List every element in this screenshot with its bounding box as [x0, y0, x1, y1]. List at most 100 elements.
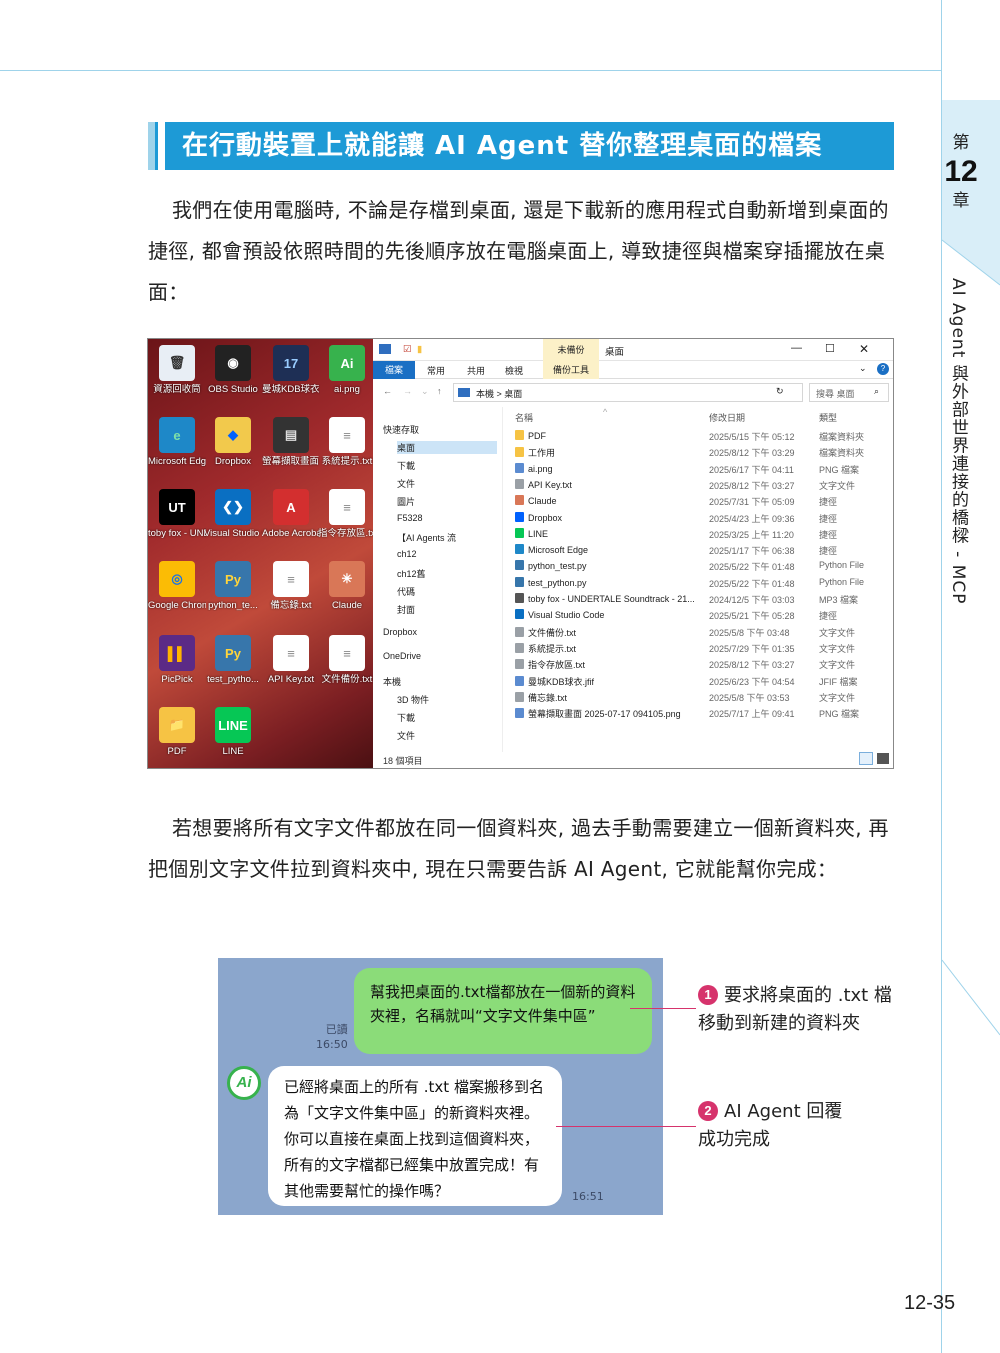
nav-item[interactable]: 桌面	[397, 441, 497, 454]
ribbon-tab-backup-tools[interactable]: 備份工具	[543, 361, 599, 379]
table-row[interactable]: LINE 2025/3/25 上午 11:20 捷徑	[509, 527, 889, 543]
desktop-icon[interactable]: 17 曼城KDB球衣.jfif	[262, 345, 320, 395]
help-icon[interactable]: ?	[877, 363, 889, 375]
desktop-icon[interactable]: ◆ Dropbox	[204, 417, 262, 467]
desktop-icon[interactable]: 📁 PDF	[148, 707, 206, 757]
file-name: ai.png	[515, 462, 553, 474]
desktop-icon-label: PicPick	[161, 674, 193, 685]
desktop-icon[interactable]: ❮❯ Visual Studio Code	[204, 489, 262, 539]
desktop-icon[interactable]: ▤ 螢幕擷取畫面 2025-07-1...	[262, 417, 320, 467]
desktop-icon[interactable]: LINE LINE	[204, 707, 262, 757]
nav-item[interactable]: 下載	[397, 459, 415, 472]
nav-item[interactable]: 文件	[397, 729, 415, 742]
maximize-icon[interactable]: ☐	[825, 342, 835, 355]
callout-2: 2 AI Agent 回覆 成功完成	[698, 1098, 842, 1154]
table-row[interactable]: Dropbox 2025/4/23 上午 09:36 捷徑	[509, 511, 889, 527]
desktop-icon[interactable]: e Microsoft Edge	[148, 417, 206, 467]
nav-item[interactable]: 快速存取	[383, 423, 419, 436]
ribbon-expand-icon[interactable]: ⌄	[859, 363, 867, 374]
table-row[interactable]: 工作用 2025/8/12 下午 03:29 檔案資料夾	[509, 445, 889, 461]
table-row[interactable]: PDF 2025/5/15 下午 05:12 檔案資料夾	[509, 429, 889, 445]
desktop-icon[interactable]: ✳ Claude	[318, 561, 376, 611]
nav-item[interactable]: ch12舊	[397, 567, 426, 580]
table-row[interactable]: Claude 2025/7/31 下午 05:09 捷徑	[509, 494, 889, 510]
user-message-bubble: 幫我把桌面的.txt檔都放在一個新的資料夾裡，名稱就叫“文字文件集中區”	[354, 968, 652, 1054]
sort-caret-icon: ^	[603, 407, 608, 417]
desktop-icon[interactable]: UT toby fox - UNDERTAL...	[148, 489, 206, 539]
address-bar[interactable]: 本機 > 桌面 ↻	[453, 383, 803, 402]
ribbon-tab-file[interactable]: 檔案	[373, 361, 415, 379]
file-type-icon	[515, 659, 524, 670]
table-row[interactable]: Visual Studio Code 2025/5/21 下午 05:28 捷徑	[509, 608, 889, 624]
file-type-icon	[515, 675, 524, 686]
column-header-name[interactable]: 名稱	[515, 411, 533, 424]
nav-item[interactable]: 下載	[397, 711, 415, 724]
nav-item[interactable]: OneDrive	[383, 651, 421, 661]
desktop-icon-label: Visual Studio Code	[204, 528, 262, 539]
nav-item[interactable]: ch12	[397, 549, 417, 559]
search-icon[interactable]: ⌕	[874, 386, 879, 397]
history-chevron-icon[interactable]: ⌄	[421, 386, 429, 397]
table-row[interactable]: 文件備份.txt 2025/5/8 下午 03:48 文字文件	[509, 625, 889, 641]
table-row[interactable]: Microsoft Edge 2025/1/17 下午 06:38 捷徑	[509, 543, 889, 559]
file-date: 2025/7/31 下午 05:09	[709, 497, 795, 508]
window-icon	[379, 344, 391, 354]
desktop-icon[interactable]: ◎ Google Chrome	[148, 561, 206, 611]
nav-item[interactable]: 【AI Agents 流	[397, 531, 456, 544]
ribbon-tab-view[interactable]: 檢視	[505, 364, 523, 377]
file-type: MP3 檔案	[819, 595, 859, 605]
table-row[interactable]: API Key.txt 2025/8/12 下午 03:27 文字文件	[509, 478, 889, 494]
desktop-icon[interactable]: ≡ 備忘錄.txt	[262, 561, 320, 611]
desktop-icon[interactable]: ≡ 系統提示.txt	[318, 417, 376, 467]
desktop-icon-glyph: A	[273, 489, 309, 525]
forward-arrow-icon[interactable]: →	[403, 386, 412, 396]
file-date: 2025/4/23 上午 09:36	[709, 513, 795, 524]
nav-item[interactable]: F5328	[397, 513, 423, 523]
close-icon[interactable]: ✕	[859, 342, 869, 356]
table-row[interactable]: ai.png 2025/6/17 下午 04:11 PNG 檔案	[509, 462, 889, 478]
desktop-icon[interactable]: ▌▌ PicPick	[148, 635, 206, 685]
table-row[interactable]: 系統提示.txt 2025/7/29 下午 01:35 文字文件	[509, 641, 889, 657]
nav-item[interactable]: 文件	[397, 477, 415, 490]
large-icons-view-icon[interactable]	[877, 753, 889, 764]
table-row[interactable]: 曼城KDB球衣.jfif 2025/6/23 下午 04:54 JFIF 檔案	[509, 674, 889, 690]
desktop-icon-glyph: LINE	[215, 707, 251, 743]
backup-status-tab[interactable]: 未備份	[543, 339, 599, 361]
ribbon-tab-home[interactable]: 常用	[427, 364, 445, 377]
desktop-icon[interactable]: Py test_pytho...	[204, 635, 262, 685]
nav-item[interactable]: 封面	[397, 603, 415, 616]
file-name: test_python.py	[515, 576, 587, 588]
table-row[interactable]: toby fox - UNDERTALE Soundtrack - 21... 2…	[509, 592, 889, 608]
desktop-icon[interactable]: 🗑 資源回收筒	[148, 345, 206, 395]
nav-item[interactable]: 代碼	[397, 585, 415, 598]
column-header-type[interactable]: 類型	[819, 411, 837, 424]
refresh-icon[interactable]: ↻	[776, 386, 784, 397]
desktop-icon[interactable]: Ai ai.png	[318, 345, 376, 395]
desktop-icon-label: Dropbox	[215, 456, 251, 467]
column-header-date[interactable]: 修改日期	[709, 411, 745, 424]
nav-item[interactable]: 本機	[383, 675, 401, 688]
table-row[interactable]: 備忘錄.txt 2025/5/8 下午 03:53 文字文件	[509, 690, 889, 706]
desktop-icon[interactable]: ≡ API Key.txt	[262, 635, 320, 685]
desktop-icon-label: LINE	[222, 746, 244, 757]
desktop-icon[interactable]: ◉ OBS Studio	[204, 345, 262, 395]
desktop-icon[interactable]: ≡ 文件備份.txt	[318, 635, 376, 685]
table-row[interactable]: python_test.py 2025/5/22 下午 01:48 Python F…	[509, 559, 889, 575]
desktop-icon[interactable]: A Adobe Acrobat	[262, 489, 320, 539]
table-row[interactable]: test_python.py 2025/5/22 下午 01:48 Python F…	[509, 576, 889, 592]
desktop-screenshot: 🗑 資源回收筒 ◉ OBS Studio 17 曼城KDB球衣.jfif Ai ai.png e…	[147, 338, 894, 769]
back-arrow-icon[interactable]: ←	[383, 386, 392, 396]
nav-item[interactable]: 圖片	[397, 495, 415, 508]
desktop-icon[interactable]: Py python_te...	[204, 561, 262, 611]
desktop-icon[interactable]: ≡ 指令存放區.txt	[318, 489, 376, 539]
table-row[interactable]: 螢幕擷取畫面 2025-07-17 094105.png 2025/7/17 上午…	[509, 706, 889, 722]
nav-item[interactable]: 3D 物件	[397, 693, 429, 706]
ribbon-tab-share[interactable]: 共用	[467, 364, 485, 377]
details-view-icon[interactable]	[859, 752, 873, 765]
file-type-icon	[515, 495, 524, 506]
up-arrow-icon[interactable]: ↑	[437, 386, 442, 396]
search-box[interactable]: 搜尋 桌面 ⌕	[809, 383, 889, 402]
table-row[interactable]: 指令存放區.txt 2025/8/12 下午 03:27 文字文件	[509, 657, 889, 673]
nav-item[interactable]: Dropbox	[383, 627, 417, 637]
minimize-icon[interactable]: —	[791, 342, 802, 354]
